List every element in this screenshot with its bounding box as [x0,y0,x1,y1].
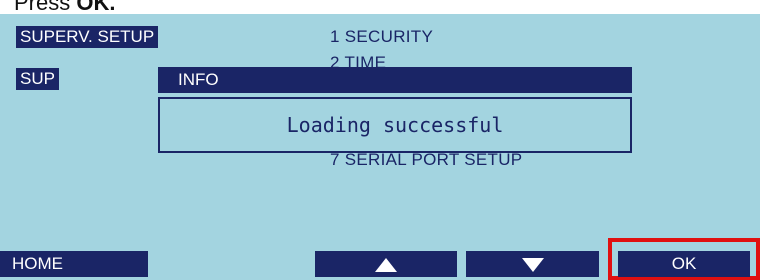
home-softkey[interactable]: HOME [0,251,148,277]
ok-softkey[interactable]: OK [618,251,750,277]
down-arrow-icon [522,258,544,272]
up-arrow-icon [375,258,397,272]
ok-softkey-label: OK [671,254,697,273]
menu-item-serial-port-setup[interactable]: 7 SERIAL PORT SETUP [330,150,522,170]
sup-chip: SUP [16,68,59,90]
dialog-message: Loading successful [286,113,504,137]
scroll-down-softkey[interactable] [466,251,599,277]
scroll-up-softkey[interactable] [315,251,457,277]
home-softkey-label: HOME [12,254,63,273]
caption-emphasis: OK. [76,0,116,15]
dialog-title-bar: INFO [158,67,632,93]
screen-title: SUPERV. SETUP [16,26,159,48]
caption-prefix: Press [14,0,77,15]
device-screen: SUPERV. SETUP 1 SECURITY 2 TIME SUP 7 SE… [0,14,760,280]
dialog-title: INFO [178,70,219,89]
menu-item-security[interactable]: 1 SECURITY [330,27,433,47]
info-dialog: Loading successful [158,97,632,153]
